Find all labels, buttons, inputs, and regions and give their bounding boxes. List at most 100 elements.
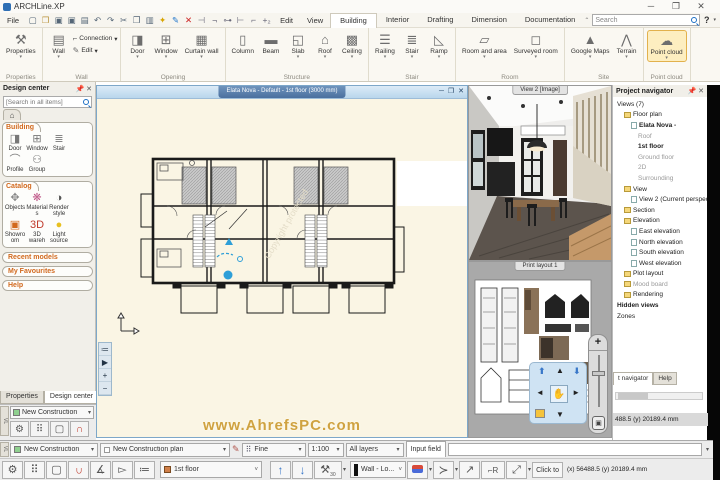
relative-coordinate-icon[interactable]: ↗ — [459, 460, 481, 479]
floor-plan-title[interactable]: Elata Nova - Default - 1st floor (3000 m… — [218, 86, 346, 98]
column-button[interactable]: ▯ Column — [229, 30, 257, 56]
ceiling-button[interactable]: ▩ Ceiling ▾ — [339, 30, 365, 60]
pan-down-icon[interactable]: ▼ — [556, 411, 564, 419]
command-input-field[interactable] — [447, 443, 702, 456]
selection-marquee-button[interactable]: ▢ — [46, 460, 67, 479]
status-side-tab[interactable]: VL — [0, 442, 9, 457]
layout-corner-icon[interactable] — [535, 409, 545, 418]
select-cursor-button[interactable]: ▻ — [112, 460, 133, 479]
tree-item-west-elevation[interactable]: West elevation — [615, 258, 707, 269]
dc-item-stair[interactable]: ≣ Stair — [48, 133, 70, 152]
search-input[interactable]: Search — [592, 14, 700, 26]
tree-item-zones[interactable]: Zones — [615, 311, 707, 322]
dc-item-door[interactable]: ◨ Door — [4, 133, 26, 152]
tree-item-surrounding[interactable]: Surrounding — [615, 173, 707, 184]
minimize-button[interactable]: ─ — [640, 1, 662, 11]
dc-bar-my-favourites[interactable]: My Favourites — [2, 266, 93, 277]
point-cloud-button[interactable]: ☁ Point cloud ▾ — [646, 30, 687, 62]
print-layout-window[interactable]: Print layout 1 ⬆ ▲ ⬇ ◄ ► ▼ ✋ + ▣ — [468, 261, 612, 438]
chevron-down-icon[interactable]: ▾ — [455, 466, 458, 473]
pen-icon[interactable]: ✎ — [169, 15, 182, 26]
new-document-icon[interactable]: ▢ — [26, 15, 39, 26]
ribbon-tab-interior[interactable]: Interior — [377, 13, 418, 28]
properties-button[interactable]: ⚒ Properties ▾ — [3, 30, 39, 60]
terrain-button[interactable]: ⋀ Terrain ▾ — [614, 30, 640, 60]
plan-dropdown[interactable]: New Construction plan ▾ — [100, 442, 230, 457]
tree-item-roof[interactable]: Roof — [615, 131, 707, 142]
tree-item-floor-plan[interactable]: Floor plan — [615, 110, 707, 121]
wall-style-dropdown[interactable]: Wall - Lo... ˅ — [350, 461, 407, 478]
dc-bar-recent-models[interactable]: Recent models — [2, 252, 93, 263]
snap-midpoint-icon[interactable]: ⊶ — [221, 15, 234, 26]
floor-up-button[interactable]: ↑ — [270, 460, 291, 479]
settings-gear-button[interactable]: ⚙ — [2, 460, 23, 479]
dc-item-render-style[interactable]: ◑ Render style — [48, 192, 70, 217]
save-as-icon[interactable]: ▣ — [65, 15, 78, 26]
ribbon-tab-dimension[interactable]: Dimension — [462, 13, 515, 28]
pan-right-icon[interactable]: ► — [572, 389, 580, 397]
zoom-handle[interactable] — [592, 371, 605, 376]
floor-down-button[interactable]: ↓ — [292, 460, 313, 479]
chevron-down-icon[interactable]: ▾ — [528, 466, 531, 473]
snap-angle-icon[interactable]: ⌐ — [247, 15, 260, 26]
layer-set-dropdown[interactable]: New Construction ▾ — [10, 442, 98, 457]
view2-3d-render[interactable] — [469, 86, 611, 260]
navigator-tab-help[interactable]: Help — [653, 372, 677, 385]
dc-item-objects[interactable]: ✥ Objects — [4, 192, 26, 217]
tree-item-2d[interactable]: 2D — [615, 163, 707, 174]
stair-button[interactable]: ≣ Stair ▾ — [399, 30, 425, 60]
list-properties-button[interactable]: ≔ — [134, 460, 155, 479]
print-icon[interactable]: ▤ — [78, 15, 91, 26]
play-icon[interactable]: ▶ — [99, 356, 111, 369]
origin-reference-icon[interactable]: ⌐R — [481, 460, 506, 479]
grid-snap-icon[interactable]: ⠿ — [30, 421, 49, 437]
panel-close-icon[interactable]: ✕ — [698, 88, 704, 95]
pin-icon[interactable]: 📌 — [687, 88, 696, 95]
floor-plan-canvas[interactable]: Copyright protected ≔ ▶ + − www.AhrefsPC… — [97, 99, 467, 437]
connection-button[interactable]: ⌐ Connection ▾ — [73, 34, 118, 43]
zoom-out-icon[interactable]: − — [99, 382, 111, 395]
eraser-icon[interactable] — [407, 460, 429, 479]
redo-icon[interactable]: ↷ — [104, 15, 117, 26]
list-icon[interactable]: ≔ — [99, 343, 111, 356]
edit-height-button[interactable]: ⚒30 — [314, 460, 342, 479]
close-button[interactable]: ✕ — [690, 1, 712, 12]
measure-icon[interactable]: ⤢ — [506, 460, 528, 479]
dock-tab-properties[interactable]: Properties — [0, 391, 44, 404]
tree-item-ground-floor[interactable]: Ground floor — [615, 152, 707, 163]
slab-button[interactable]: ◱ Slab ▾ — [285, 30, 311, 60]
angle-constraint-button[interactable]: ∡ — [90, 460, 111, 479]
view2-window[interactable]: View 2 [Image] — [468, 85, 612, 261]
ribbon-tab-building[interactable]: Building — [330, 12, 377, 28]
magnet-snap-icon[interactable]: ∩ — [70, 421, 89, 437]
delete-icon[interactable]: ✕ — [182, 15, 195, 26]
chevron-down-icon[interactable]: ▾ — [706, 446, 709, 453]
tree-item-rendering[interactable]: Rendering — [615, 290, 707, 301]
pan-hand-icon[interactable]: ✋ — [550, 385, 568, 403]
copy-icon[interactable]: ❐ — [130, 15, 143, 26]
floor-plan-titlebar[interactable]: Elata Nova - Default - 1st floor (3000 m… — [97, 86, 467, 99]
design-center-search-input[interactable]: [Search in all items] — [3, 96, 92, 108]
pan-up-blue-icon[interactable]: ⬆ — [538, 367, 546, 376]
plan-window-controls[interactable]: ─ ❐ ✕ — [439, 87, 465, 95]
ribbon-tab-drafting[interactable]: Drafting — [418, 13, 462, 28]
tree-item-1st-floor[interactable]: 1st floor — [615, 141, 707, 152]
help-button[interactable]: ? — [700, 15, 714, 25]
dc-item-light-source[interactable]: ● Light source — [48, 219, 70, 244]
google-maps-button[interactable]: ▲ Google Maps ▾ — [568, 30, 613, 60]
tree-item-mood-board[interactable]: Mood board — [615, 279, 707, 290]
dc-item-showroom[interactable]: ▣ Showroom — [4, 219, 26, 244]
tree-item-view-2-current-perspecti[interactable]: View 2 (Current perspecti — [615, 194, 707, 205]
maximize-button[interactable]: ❐ — [665, 1, 687, 12]
zoom-slider[interactable]: + ▣ — [588, 334, 608, 434]
chevron-down-icon[interactable]: ▾ — [429, 466, 432, 473]
ribbon-tab-documentation[interactable]: Documentation — [516, 13, 584, 28]
navigator-tab-t-navigator[interactable]: t navigator — [613, 372, 654, 385]
railing-button[interactable]: ☰ Railing ▾ — [372, 30, 398, 60]
pan-up-icon[interactable]: ▲ — [556, 367, 564, 375]
save-icon[interactable]: ▣ — [52, 15, 65, 26]
walk-mode-icon[interactable]: ▣ — [592, 416, 605, 430]
chevron-down-icon[interactable]: ▾ — [343, 466, 346, 473]
cut-icon[interactable]: ✂ — [117, 15, 130, 26]
tree-item-north-elevation[interactable]: North elevation — [615, 237, 707, 248]
